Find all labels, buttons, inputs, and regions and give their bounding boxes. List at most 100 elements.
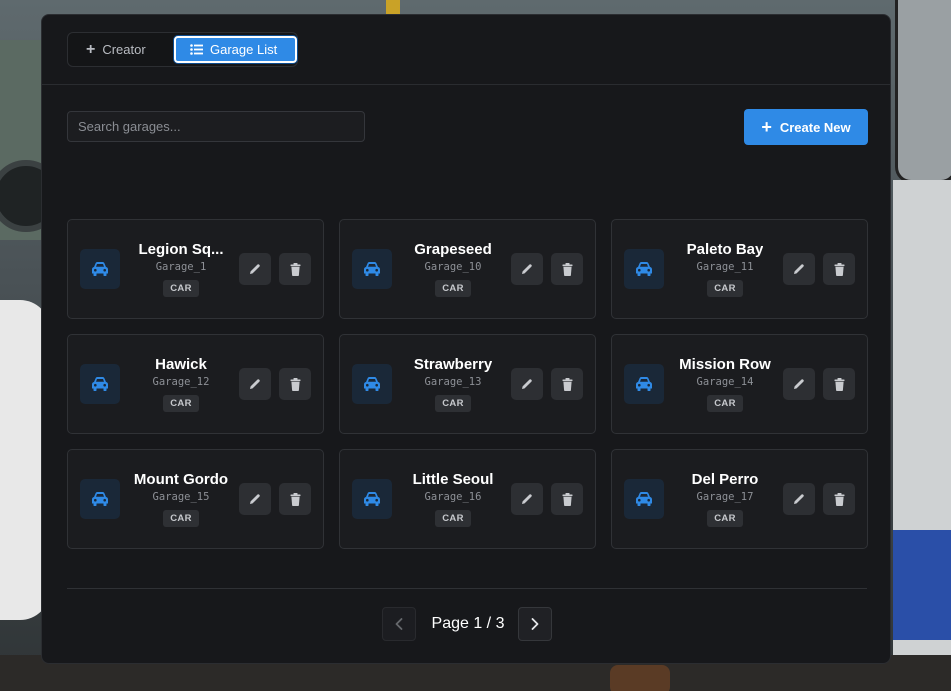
plus-icon: +	[86, 40, 96, 58]
trash-icon	[562, 492, 572, 506]
delete-garage-button[interactable]	[279, 253, 311, 285]
garage-type-badge: CAR	[435, 280, 471, 297]
garage-info: Hawick Garage_12 CAR	[126, 356, 236, 412]
tab-garage-list[interactable]: Garage List	[174, 36, 297, 63]
garage-name: Strawberry	[413, 356, 493, 373]
garage-id: Garage_17	[696, 491, 754, 503]
garage-card[interactable]: Mission Row Garage_14 CAR	[611, 334, 868, 434]
garage-type-icon-box	[80, 364, 120, 404]
garage-type-badge: CAR	[435, 395, 471, 412]
garage-id: Garage_14	[696, 376, 754, 388]
edit-garage-button[interactable]	[511, 483, 543, 515]
edit-icon	[522, 379, 532, 389]
car-icon	[636, 492, 652, 506]
garage-card[interactable]: Grapeseed Garage_10 CAR	[339, 219, 596, 319]
delete-garage-button[interactable]	[823, 368, 855, 400]
footer-divider	[67, 588, 867, 589]
edit-garage-button[interactable]	[239, 483, 271, 515]
delete-garage-button[interactable]	[279, 483, 311, 515]
car-icon	[636, 377, 652, 391]
garage-name: Paleto Bay	[686, 241, 764, 258]
create-new-button[interactable]: + Create New	[744, 109, 868, 145]
trash-icon	[290, 262, 300, 276]
garage-card[interactable]: Del Perro Garage_17 CAR	[611, 449, 868, 549]
chevron-left-icon	[395, 618, 403, 630]
garage-type-icon-box	[624, 479, 664, 519]
garage-type-icon-box	[624, 364, 664, 404]
garage-type-icon-box	[624, 249, 664, 289]
edit-icon	[522, 494, 532, 504]
garage-card[interactable]: Paleto Bay Garage_11 CAR	[611, 219, 868, 319]
page-indicator: Page 1 / 3	[431, 615, 505, 632]
create-new-label: Create New	[779, 119, 851, 135]
delete-garage-button[interactable]	[823, 253, 855, 285]
tab-bar: + Creator Garage List	[67, 32, 298, 67]
garage-card[interactable]: Strawberry Garage_13 CAR	[339, 334, 596, 434]
garage-id: Garage_15	[152, 491, 210, 503]
garage-card[interactable]: Legion Sq... Garage_1 CAR	[67, 219, 324, 319]
edit-garage-button[interactable]	[783, 253, 815, 285]
garage-type-badge: CAR	[707, 280, 743, 297]
garage-type-icon-box	[352, 364, 392, 404]
garage-info: Little Seoul Garage_16 CAR	[398, 471, 508, 527]
edit-garage-button[interactable]	[783, 483, 815, 515]
garage-info: Del Perro Garage_17 CAR	[670, 471, 780, 527]
garage-id: Garage_12	[152, 376, 210, 388]
garage-info: Mission Row Garage_14 CAR	[670, 356, 780, 412]
delete-garage-button[interactable]	[823, 483, 855, 515]
garage-type-icon-box	[352, 479, 392, 519]
delete-garage-button[interactable]	[279, 368, 311, 400]
garage-id: Garage_13	[424, 376, 482, 388]
car-icon	[92, 492, 108, 506]
edit-garage-button[interactable]	[511, 368, 543, 400]
garage-name: Mount Gordo	[133, 471, 229, 488]
header-divider	[42, 84, 890, 85]
garage-type-icon-box	[80, 479, 120, 519]
edit-icon	[794, 264, 804, 274]
delete-garage-button[interactable]	[551, 483, 583, 515]
garage-type-badge: CAR	[163, 280, 199, 297]
edit-icon	[794, 494, 804, 504]
garage-type-icon-box	[352, 249, 392, 289]
plus-icon: +	[761, 117, 772, 137]
search-input[interactable]	[67, 111, 365, 142]
trash-icon	[834, 377, 844, 391]
garage-card[interactable]: Hawick Garage_12 CAR	[67, 334, 324, 434]
garage-panel: + Creator Garage List + Create New Legio…	[41, 14, 891, 664]
chevron-right-icon	[531, 618, 539, 630]
car-icon	[636, 262, 652, 276]
edit-icon	[522, 264, 532, 274]
edit-garage-button[interactable]	[511, 253, 543, 285]
garage-type-badge: CAR	[707, 510, 743, 527]
garage-info: Grapeseed Garage_10 CAR	[398, 241, 508, 297]
garage-name: Little Seoul	[412, 471, 494, 488]
garage-name: Hawick	[155, 356, 207, 373]
garage-type-icon-box	[80, 249, 120, 289]
garage-id: Garage_16	[424, 491, 482, 503]
trash-icon	[290, 377, 300, 391]
car-icon	[92, 262, 108, 276]
edit-garage-button[interactable]	[239, 368, 271, 400]
edit-garage-button[interactable]	[239, 253, 271, 285]
edit-icon	[250, 494, 260, 504]
garage-card[interactable]: Mount Gordo Garage_15 CAR	[67, 449, 324, 549]
garage-card[interactable]: Little Seoul Garage_16 CAR	[339, 449, 596, 549]
trash-icon	[562, 377, 572, 391]
delete-garage-button[interactable]	[551, 368, 583, 400]
trash-icon	[562, 262, 572, 276]
garage-info: Legion Sq... Garage_1 CAR	[126, 241, 236, 297]
garage-type-badge: CAR	[435, 510, 471, 527]
trash-icon	[834, 492, 844, 506]
garage-info: Paleto Bay Garage_11 CAR	[670, 241, 780, 297]
edit-garage-button[interactable]	[783, 368, 815, 400]
next-page-button[interactable]	[518, 607, 552, 641]
tab-garage-list-label: Garage List	[210, 42, 278, 57]
prev-page-button[interactable]	[382, 607, 416, 641]
trash-icon	[290, 492, 300, 506]
edit-icon	[794, 379, 804, 389]
garage-id: Garage_10	[424, 261, 482, 273]
delete-garage-button[interactable]	[551, 253, 583, 285]
tab-creator[interactable]: + Creator	[76, 36, 176, 63]
garage-info: Strawberry Garage_13 CAR	[398, 356, 508, 412]
garage-id: Garage_11	[696, 261, 754, 273]
